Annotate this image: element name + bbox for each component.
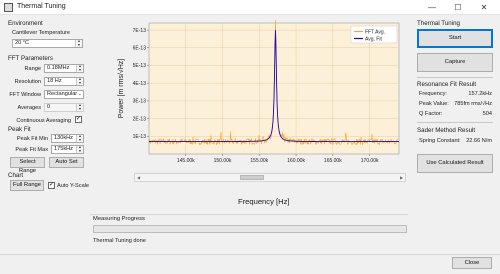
chevron-down-icon: ⌄ xyxy=(77,91,82,97)
y-tick-label: 4E-13 xyxy=(133,81,147,87)
auto-y-scale-label: Auto Y-Scale xyxy=(57,183,90,189)
continuous-averaging-label: Continuous Averaging xyxy=(16,118,71,124)
frequency-label: Frequency: xyxy=(419,91,447,97)
x-axis-label: Frequency [Hz] xyxy=(238,197,290,206)
continuous-averaging-checkbox[interactable]: ✓ xyxy=(75,116,82,123)
averages-field: 0 ▲ ▼ xyxy=(44,103,84,112)
measuring-progress-title: Measuring Progress xyxy=(93,216,145,222)
full-range-button[interactable]: Full Range xyxy=(10,180,44,191)
spin-buttons[interactable]: ▲ ▼ xyxy=(76,135,83,142)
capture-button[interactable]: Capture xyxy=(417,53,493,72)
range-label: Range xyxy=(24,66,41,72)
use-calculated-result-button[interactable]: Use Calculated Result xyxy=(417,154,493,173)
x-tick-label: 170.00k xyxy=(361,158,379,164)
cantilever-temperature-field[interactable]: 20 °C ▲ ▼ xyxy=(12,39,83,48)
fft-window-label: FFT Window xyxy=(9,92,41,98)
fft-window-value: Rectangular xyxy=(47,91,78,97)
fft-window-select[interactable]: Rectangular ⌄ xyxy=(44,90,84,99)
peak-value: 785fm rms/√Hz xyxy=(454,101,492,107)
environment-title: Environment xyxy=(8,20,43,27)
spin-buttons[interactable]: ▲ ▼ xyxy=(76,65,83,72)
x-tick-label: 160.00k xyxy=(287,158,305,164)
spin-buttons[interactable]: ▲ ▼ xyxy=(75,40,82,47)
divider xyxy=(417,122,493,123)
power-spectrum-chart[interactable]: 1E-13 2E-13 3E-13 4E-13 5E-13 6E-13 7E-13 145.0… xyxy=(114,18,409,173)
x-tick-label: 150.00k xyxy=(214,158,232,164)
q-factor-label: Q Factor: xyxy=(419,111,443,117)
cantilever-temperature-label: Cantilever Temperature xyxy=(12,30,71,36)
y-axis-label: Power [m rms/√Hz] xyxy=(117,59,125,119)
x-tick-label: 145.00k xyxy=(177,158,195,164)
window-title: Thermal Tuning xyxy=(17,3,66,10)
close-window-button[interactable]: ✕ xyxy=(472,0,496,15)
fft-parameters-title: FFT Parameters xyxy=(8,55,53,62)
legend-label: Avg. Fit xyxy=(365,36,382,42)
resolution-label: Resolution xyxy=(14,79,41,85)
resolution-field[interactable]: 18 Hz ▲ ▼ xyxy=(44,77,84,86)
close-button[interactable]: Close xyxy=(452,257,492,269)
start-button[interactable]: Start xyxy=(417,29,493,48)
peak-fit-max-field[interactable]: 175kHz ▲ ▼ xyxy=(51,145,84,154)
title-bar: Thermal Tuning — ☐ ✕ xyxy=(0,0,500,15)
y-tick-label: 3E-13 xyxy=(133,99,147,105)
select-range-button[interactable]: Select Range xyxy=(10,157,45,174)
y-tick-label: 2E-13 xyxy=(133,116,147,122)
peak-fit-title: Peak Fit xyxy=(8,126,31,133)
q-factor-value: 504 xyxy=(482,111,492,117)
app-icon xyxy=(4,3,13,12)
measuring-status: Thermal Tuning done xyxy=(93,238,146,244)
y-tick-label: 6E-13 xyxy=(133,45,147,51)
cantilever-temperature-value: 20 °C xyxy=(15,40,30,46)
spin-buttons[interactable]: ▲ ▼ xyxy=(76,146,83,153)
chart-scrollbar[interactable]: ◀ ▶ xyxy=(134,173,406,182)
scroll-left-icon[interactable]: ◀ xyxy=(135,174,142,181)
scroll-right-icon[interactable]: ▶ xyxy=(398,174,405,181)
legend-label: FFT Avg. xyxy=(365,29,385,35)
y-tick-label: 1E-13 xyxy=(133,134,147,140)
resonance-fit-title: Resonance Fit Result xyxy=(417,81,477,88)
peak-fit-max-label: Peak Fit Max xyxy=(15,147,48,153)
y-tick-label: 7E-13 xyxy=(133,28,147,34)
range-field[interactable]: 0.18MHz ▲ ▼ xyxy=(44,64,84,73)
divider xyxy=(417,77,493,78)
peak-value-label: Peak Value: xyxy=(419,101,449,107)
x-tick-label: 165.00k xyxy=(324,158,342,164)
spin-buttons: ▲ ▼ xyxy=(76,104,83,111)
divider xyxy=(90,214,408,215)
minimize-button[interactable]: — xyxy=(420,0,444,15)
scrollbar-thumb[interactable] xyxy=(240,175,264,180)
peak-fit-min-field[interactable]: 130kHz ▲ ▼ xyxy=(51,134,84,143)
resolution-value: 18 Hz xyxy=(47,78,62,84)
maximize-button[interactable]: ☐ xyxy=(446,0,470,15)
frequency-value: 157.2kHz xyxy=(468,91,492,97)
auto-y-scale-checkbox[interactable]: ✓ xyxy=(48,182,55,189)
peak-fit-max-value: 175kHz xyxy=(54,146,73,152)
peak-fit-min-label: Peak Fit Min xyxy=(16,136,48,142)
measuring-progress-bar xyxy=(93,225,407,233)
averages-label: Averages xyxy=(17,105,41,111)
averages-value: 0 xyxy=(47,104,51,110)
peak-fit-min-value: 130kHz xyxy=(54,135,73,141)
x-tick-label: 155.00k xyxy=(250,158,268,164)
range-value: 0.18MHz xyxy=(47,65,70,71)
spin-buttons[interactable]: ▲ ▼ xyxy=(76,78,83,85)
spring-constant-value: 22.66 N/m xyxy=(466,138,492,144)
y-tick-label: 5E-13 xyxy=(133,63,147,69)
auto-set-button[interactable]: Auto Set xyxy=(49,157,84,168)
sader-method-title: Sader Method Result xyxy=(417,127,476,134)
thermal-tuning-title: Thermal Tuning xyxy=(417,20,460,27)
footer-divider xyxy=(0,254,500,255)
chart-panel-title: Chart xyxy=(8,172,24,179)
